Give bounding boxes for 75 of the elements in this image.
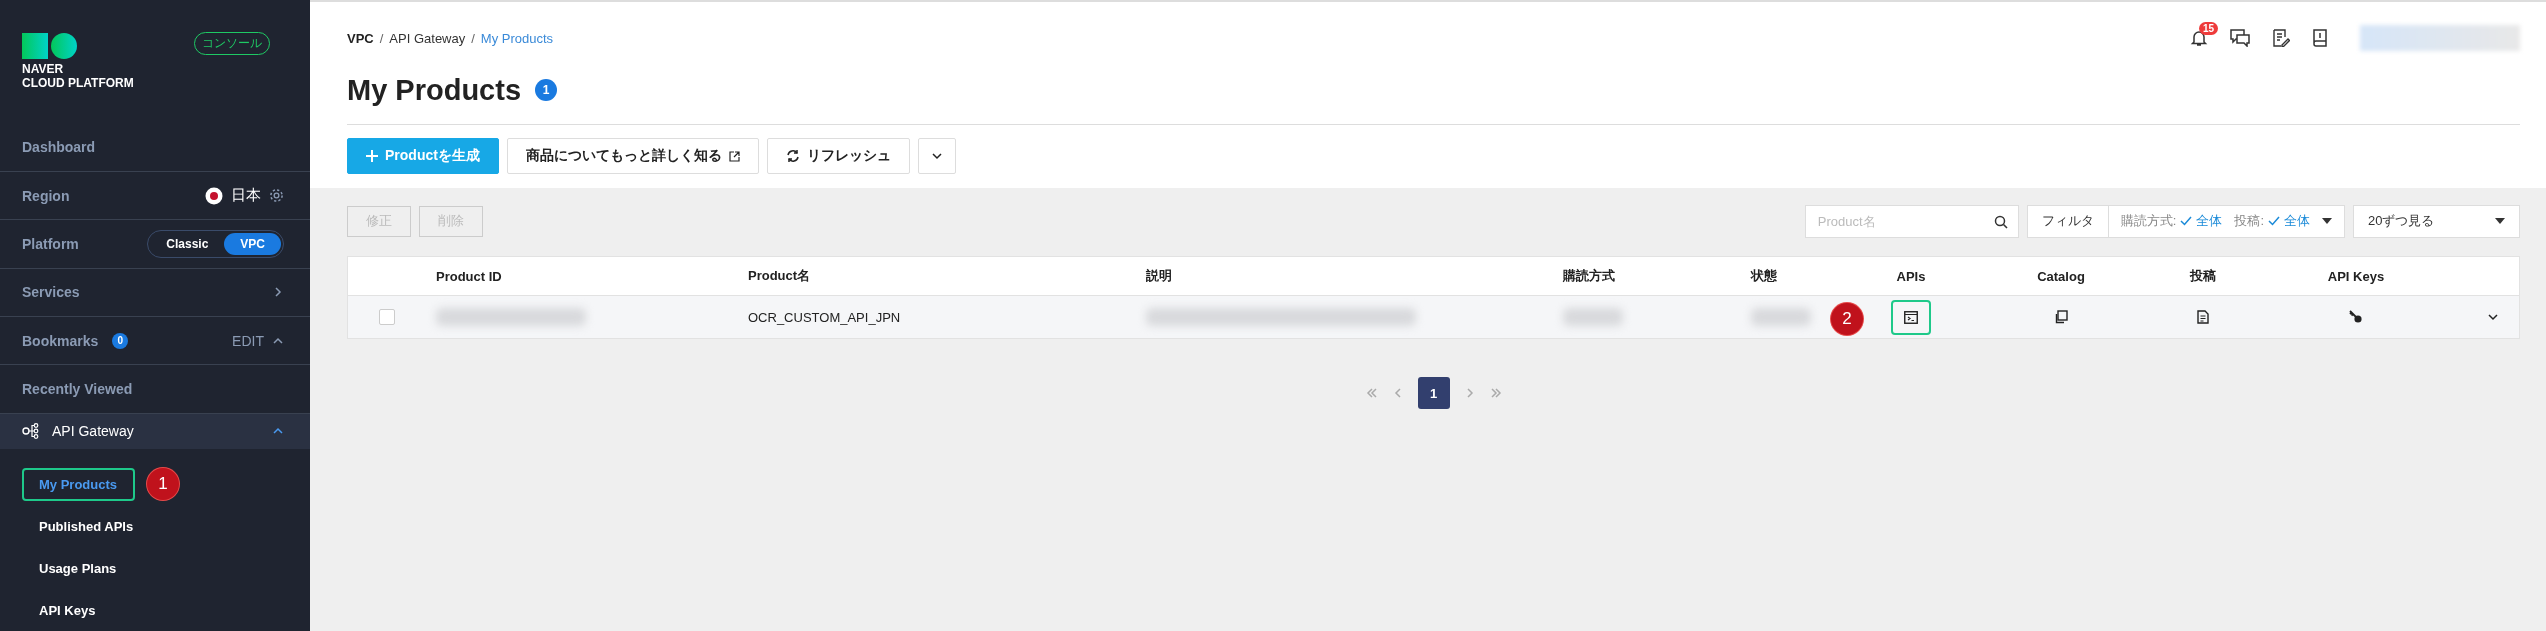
- last-page-icon: [1489, 387, 1502, 399]
- column-header: Product名: [748, 267, 812, 285]
- submenu-item[interactable]: My Products: [22, 467, 135, 501]
- edit-link[interactable]: EDIT: [232, 332, 264, 349]
- breadcrumb-separator: /: [471, 30, 475, 46]
- submenu-item[interactable]: API Keys: [22, 593, 114, 627]
- caret-down-icon: [2495, 218, 2505, 224]
- chevron-right-icon: [272, 286, 284, 299]
- column-header: 状態: [1751, 267, 1778, 285]
- document-icon[interactable]: [2197, 310, 2209, 324]
- service-title[interactable]: API Gateway: [52, 423, 134, 440]
- chevron-down-icon: [930, 150, 943, 162]
- filter-value[interactable]: 全体: [2284, 212, 2310, 230]
- logo-text: CLOUD PLATFORM: [22, 76, 134, 90]
- bookmarks-label: Bookmarks: [22, 332, 99, 349]
- column-header: API Keys: [2327, 268, 2385, 284]
- edit-note-icon[interactable]: [2272, 29, 2290, 47]
- check-icon: [2268, 216, 2280, 226]
- column-header: Catalog: [2037, 268, 2085, 284]
- platform-option[interactable]: VPC: [224, 232, 281, 255]
- breadcrumb-item[interactable]: My Products: [480, 30, 554, 46]
- column-header: 投稿: [2190, 267, 2216, 285]
- page-button[interactable]: 1: [1417, 377, 1450, 409]
- breadcrumb-separator: /: [379, 30, 384, 46]
- filter-label: 投稿:: [2234, 212, 2264, 230]
- chat-icon[interactable]: [2230, 29, 2250, 47]
- blurred-text: [1751, 308, 1811, 326]
- filter-value[interactable]: 全体: [2196, 212, 2223, 230]
- platform-option[interactable]: Classic: [150, 232, 225, 255]
- check-icon: [2180, 216, 2193, 226]
- copy-icon[interactable]: [2054, 310, 2068, 324]
- japan-flag-icon: [205, 186, 223, 205]
- region-value[interactable]: 日本: [231, 186, 261, 206]
- row-checkbox[interactable]: [379, 309, 395, 325]
- count-badge: 1: [535, 79, 558, 101]
- refresh-button[interactable]: リフレッシュ: [766, 138, 910, 174]
- settings-icon[interactable]: [269, 188, 284, 204]
- refresh-icon: [785, 149, 800, 163]
- caret-down-icon[interactable]: [2322, 218, 2332, 224]
- column-header: APIs: [1896, 268, 1926, 284]
- key-icon[interactable]: [2349, 310, 2363, 324]
- breadcrumb-item[interactable]: VPC: [347, 30, 374, 46]
- external-link-icon: [728, 150, 740, 162]
- breadcrumb-item[interactable]: API Gateway: [389, 30, 466, 46]
- sidebar-link[interactable]: Dashboard: [22, 139, 96, 156]
- sidebar-link[interactable]: Recently Viewed: [22, 380, 133, 397]
- submenu-item[interactable]: Usage Plans: [22, 551, 135, 585]
- notification-badge: 15: [2199, 22, 2219, 35]
- plus-icon: [366, 150, 378, 162]
- column-header: Product ID: [436, 268, 503, 284]
- column-header: 購読方式: [1563, 267, 1616, 285]
- logo-text: NAVER: [22, 62, 65, 76]
- region-label: Region: [22, 187, 70, 204]
- chevron-down-icon: [2487, 311, 2499, 323]
- search-icon[interactable]: [1993, 214, 2008, 229]
- callout-marker: 1: [147, 468, 179, 500]
- table-cell-text: OCR_CUSTOM_API_JPN: [748, 309, 902, 325]
- column-header: 説明: [1146, 267, 1173, 285]
- logo-icon: [22, 32, 78, 60]
- filter-button[interactable]: フィルタ: [2027, 205, 2109, 237]
- first-page-icon: [1365, 387, 1378, 399]
- terminal-window-icon[interactable]: [1904, 310, 1918, 324]
- submenu-item[interactable]: Published APIs: [22, 509, 152, 543]
- page-size-select[interactable]: 20ずつ見る: [2353, 204, 2520, 238]
- filter-label: 購読方式:: [2120, 212, 2177, 230]
- page-title: My Products: [347, 73, 522, 107]
- book-icon[interactable]: [2312, 29, 2328, 47]
- blurred-text: [1563, 308, 1623, 326]
- sidebar-link[interactable]: Services: [22, 284, 80, 301]
- network-nodes-icon: [22, 423, 40, 440]
- learn-more-button[interactable]: 商品についてもっと詳しく知る: [506, 138, 759, 174]
- search-field[interactable]: Product名: [1804, 204, 2019, 238]
- platform-label: Platform: [22, 235, 79, 252]
- callout-marker: 2: [1831, 302, 1863, 335]
- bookmark-count: 0: [112, 332, 129, 349]
